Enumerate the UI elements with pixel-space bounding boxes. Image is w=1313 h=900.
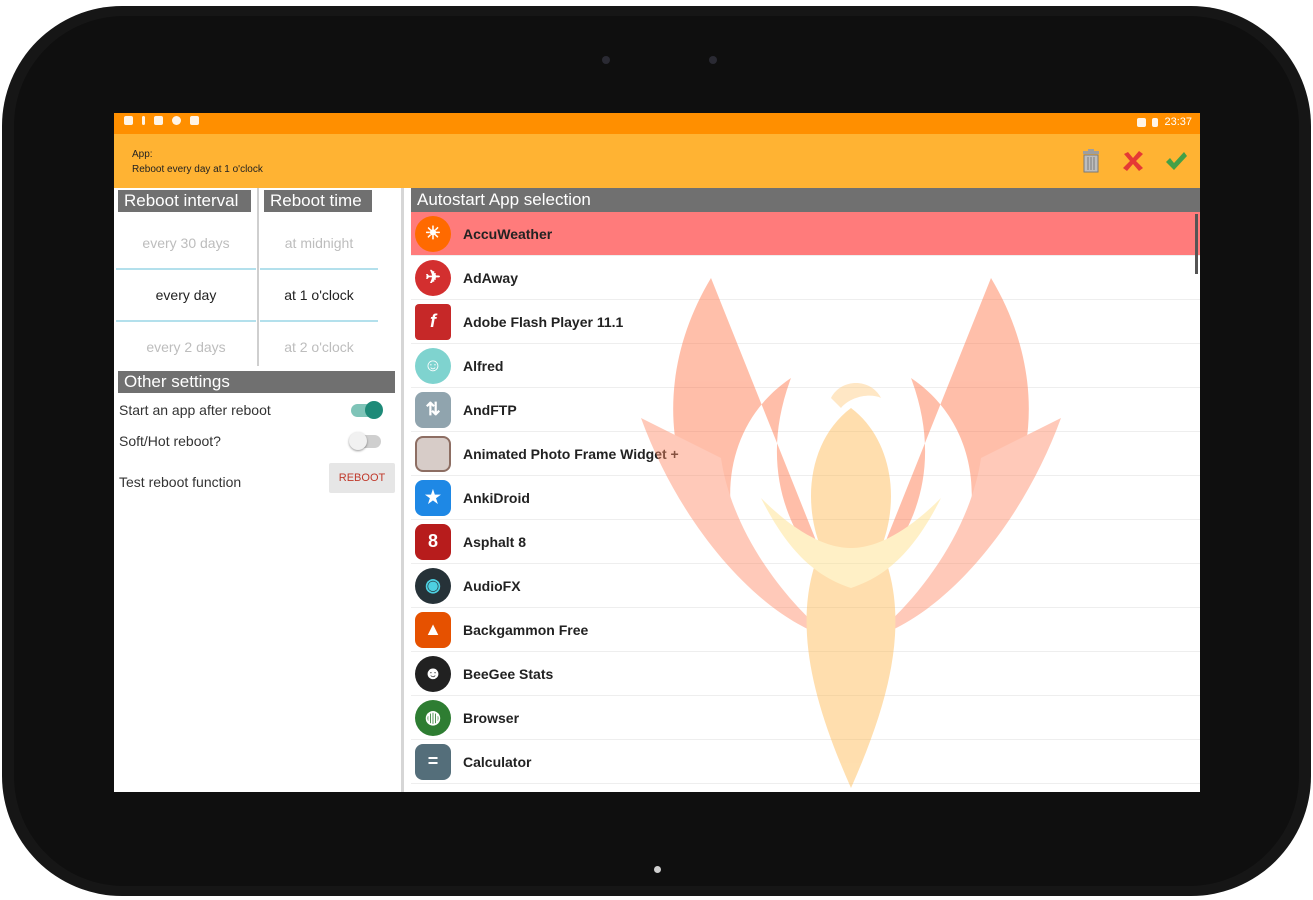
picker-separator xyxy=(257,188,259,366)
app-name: AccuWeather xyxy=(463,225,553,242)
notification-icons xyxy=(124,116,199,125)
beegee-icon: ☻ xyxy=(415,655,451,692)
time-option[interactable]: at midnight xyxy=(260,218,378,268)
app-row-alfred[interactable]: ☺ Alfred xyxy=(411,344,1200,388)
app-name: AnkiDroid xyxy=(463,489,530,506)
andftp-icon: ⇅ xyxy=(415,391,451,428)
clock: 23:37 xyxy=(1164,116,1192,128)
interval-option[interactable]: every 30 days xyxy=(116,218,256,268)
usb-icon xyxy=(142,116,145,125)
cancel-button[interactable] xyxy=(1117,145,1149,177)
soft-hot-setting: Soft/Hot reboot? xyxy=(119,430,395,454)
app-row-asphalt-8[interactable]: 8 Asphalt 8 xyxy=(411,520,1200,564)
left-pane: Reboot interval Reboot time every 30 day… xyxy=(114,188,401,792)
browser-icon: ◍ xyxy=(415,699,451,736)
app-row-beegee-stats[interactable]: ☻ BeeGee Stats xyxy=(411,652,1200,696)
app-name: BeeGee Stats xyxy=(463,665,554,682)
screen: 23:37 App: Reboot every day at 1 o'clock xyxy=(114,113,1200,792)
camera-icon xyxy=(602,56,610,64)
reboot-button[interactable]: REBOOT xyxy=(329,463,395,493)
app-row-andftp[interactable]: ⇅ AndFTP xyxy=(411,388,1200,432)
toggle-knob xyxy=(365,401,383,419)
sensor-icon xyxy=(709,56,717,64)
test-reboot-setting: Test reboot function REBOOT xyxy=(119,463,395,495)
trash-icon xyxy=(1083,149,1099,173)
start-app-toggle[interactable] xyxy=(351,401,383,419)
delete-button[interactable] xyxy=(1075,145,1107,177)
confirm-button[interactable] xyxy=(1160,145,1192,177)
ankidroid-icon: ★ xyxy=(415,479,451,516)
app-row-ankidroid[interactable]: ★ AnkiDroid xyxy=(411,476,1200,520)
wifi-icon xyxy=(1137,117,1147,127)
calculator-icon: = xyxy=(415,743,451,780)
app-row-audiofx[interactable]: ◉ AudioFX xyxy=(411,564,1200,608)
alfred-icon: ☺ xyxy=(415,347,451,384)
toggle-knob xyxy=(349,432,367,450)
start-app-setting: Start an app after reboot xyxy=(119,399,395,423)
image-icon xyxy=(154,116,163,125)
app-name: AudioFX xyxy=(463,577,521,594)
accuweather-icon: ☀ xyxy=(415,215,451,252)
soft-hot-label: Soft/Hot reboot? xyxy=(119,433,221,449)
app-row-accuweather[interactable]: ☀ AccuWeather xyxy=(411,212,1200,256)
app-name: Adobe Flash Player 11.1 xyxy=(463,313,624,330)
app-name: Backgammon Free xyxy=(463,621,589,638)
app-row-backgammon[interactable]: ▲ Backgammon Free xyxy=(411,608,1200,652)
android-icon xyxy=(190,116,199,125)
notification-icon xyxy=(124,116,133,125)
action-bar: App: Reboot every day at 1 o'clock xyxy=(114,134,1200,188)
backgammon-icon: ▲ xyxy=(415,611,451,648)
reboot-time-picker[interactable]: at midnight at 1 o'clock at 2 o'clock xyxy=(260,218,378,372)
reboot-interval-picker[interactable]: every 30 days every day every 2 days xyxy=(116,218,256,372)
soft-hot-toggle[interactable] xyxy=(349,432,381,450)
title-line-2: Reboot every day at 1 o'clock xyxy=(132,164,263,175)
flash-icon: f xyxy=(415,303,451,340)
autostart-header: Autostart App selection xyxy=(411,188,1200,212)
adaway-icon: ✈ xyxy=(415,259,451,296)
app-name: AndFTP xyxy=(463,401,517,418)
app-list: ☀ AccuWeather ✈ AdAway f Adobe Flash Pla… xyxy=(411,212,1200,784)
system-icons: 23:37 xyxy=(1137,116,1192,128)
app-row-animated-photo-frame[interactable]: Animated Photo Frame Widget + xyxy=(411,432,1200,476)
time-option[interactable]: at 2 o'clock xyxy=(260,322,378,372)
time-option-selected[interactable]: at 1 o'clock xyxy=(260,270,378,320)
app-name: Asphalt 8 xyxy=(463,533,527,550)
pane-divider xyxy=(401,188,404,792)
start-app-label: Start an app after reboot xyxy=(119,402,271,418)
asphalt-icon: 8 xyxy=(415,523,451,560)
app-name: Alfred xyxy=(463,357,504,374)
app-name: Animated Photo Frame Widget + xyxy=(463,445,679,462)
app-row-adaway[interactable]: ✈ AdAway xyxy=(411,256,1200,300)
battery-icon xyxy=(1152,117,1159,127)
app-name: AdAway xyxy=(463,269,518,286)
cancel-icon xyxy=(1123,151,1143,171)
reboot-interval-header: Reboot interval xyxy=(118,190,251,212)
interval-option-selected[interactable]: every day xyxy=(116,270,256,320)
reboot-time-header: Reboot time xyxy=(264,190,372,212)
app-row-adobe-flash[interactable]: f Adobe Flash Player 11.1 xyxy=(411,300,1200,344)
action-bar-title: App: Reboot every day at 1 o'clock xyxy=(132,147,263,177)
app-name: Calculator xyxy=(463,753,532,770)
other-settings-header: Other settings xyxy=(118,371,395,393)
home-indicator xyxy=(654,866,661,873)
test-reboot-label: Test reboot function xyxy=(119,474,242,490)
interval-option[interactable]: every 2 days xyxy=(116,322,256,372)
audiofx-icon: ◉ xyxy=(415,567,451,604)
app-name: Browser xyxy=(463,709,520,726)
app-row-calculator[interactable]: = Calculator xyxy=(411,740,1200,784)
title-line-1: App: xyxy=(132,149,153,160)
status-bar: 23:37 xyxy=(114,113,1200,134)
sync-icon xyxy=(172,116,181,125)
confirm-icon xyxy=(1166,152,1187,170)
photo-frame-icon xyxy=(415,435,451,472)
right-pane: Autostart App selection ☀ AccuWeather ✈ … xyxy=(411,188,1200,792)
app-row-browser[interactable]: ◍ Browser xyxy=(411,696,1200,740)
list-scrollbar[interactable] xyxy=(1195,214,1198,274)
